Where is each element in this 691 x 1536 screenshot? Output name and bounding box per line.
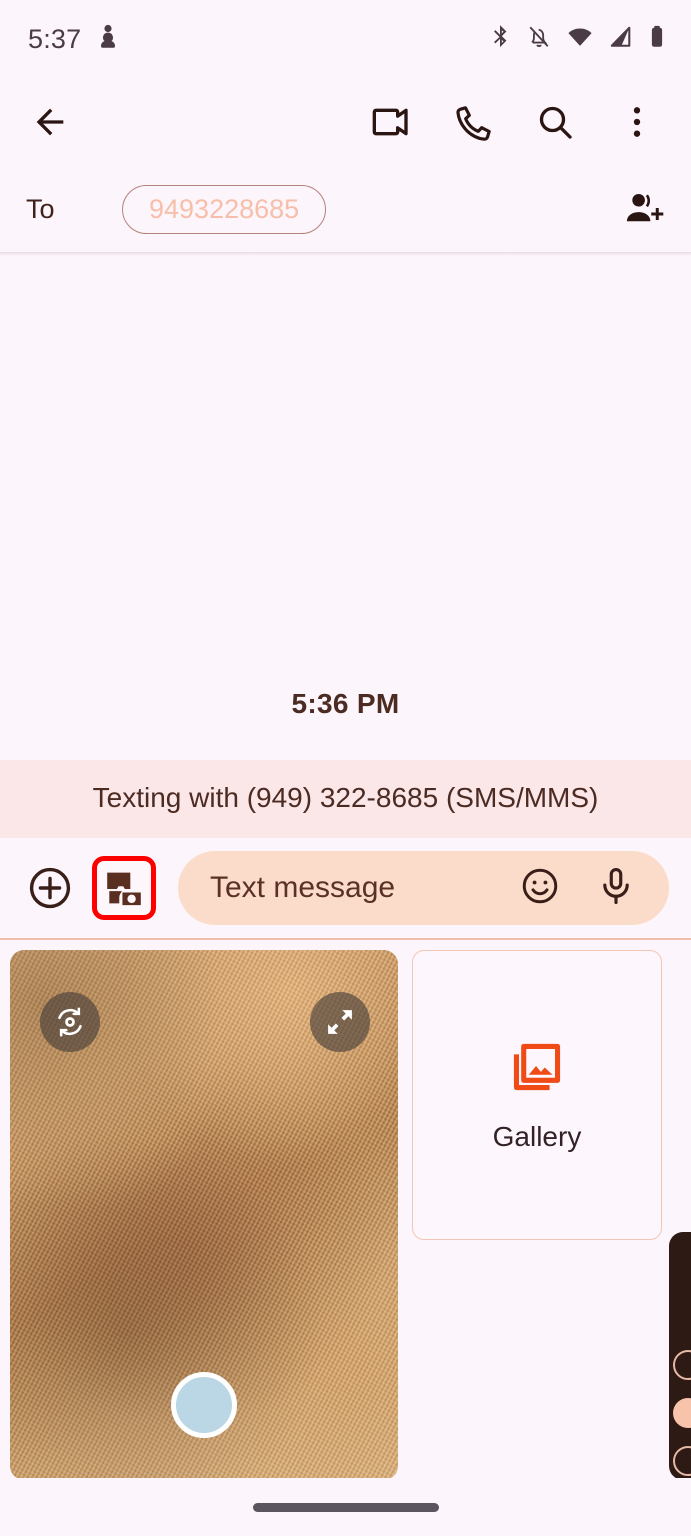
cellular-signal-icon xyxy=(609,24,633,55)
status-bar-clock: 5:37 xyxy=(28,23,82,54)
recipient-row: To 9493228685 xyxy=(0,166,691,252)
status-bar: 5:37 xyxy=(0,0,691,78)
add-person-button[interactable] xyxy=(619,185,667,233)
recipient-chip[interactable]: 9493228685 xyxy=(122,184,327,234)
sms-status-banner: Texting with (949) 322-8685 (SMS/MMS) xyxy=(0,760,691,838)
camera-gallery-button[interactable] xyxy=(92,856,156,920)
system-navigation-bar xyxy=(0,1478,691,1536)
back-button[interactable] xyxy=(26,98,74,146)
side-panel-icon-2[interactable] xyxy=(673,1398,691,1428)
emoji-button[interactable] xyxy=(519,865,561,912)
search-button[interactable] xyxy=(531,98,579,146)
photo-library-icon xyxy=(508,1038,566,1101)
battery-icon xyxy=(649,24,665,55)
expand-camera-button[interactable] xyxy=(310,992,370,1052)
gallery-button[interactable]: Gallery xyxy=(412,950,662,1240)
message-input-placeholder: Text message xyxy=(210,871,396,904)
home-gesture-handle[interactable] xyxy=(252,1502,439,1512)
app-bar xyxy=(0,78,691,166)
notifications-off-icon xyxy=(527,24,551,55)
compose-bar: Text message xyxy=(0,838,691,938)
message-timestamp: 5:36 PM xyxy=(291,688,400,719)
side-panel-icon-1[interactable] xyxy=(673,1350,691,1380)
flip-camera-button[interactable] xyxy=(40,992,100,1052)
to-label: To xyxy=(26,193,55,224)
status-bar-right xyxy=(489,24,665,55)
microphone-button[interactable] xyxy=(595,865,637,912)
offscreen-side-panel[interactable] xyxy=(669,1232,691,1480)
app-notification-icon xyxy=(97,24,119,55)
video-call-button[interactable] xyxy=(367,98,415,146)
message-input[interactable]: Text message xyxy=(178,851,669,925)
camera-attachment-tray: Gallery xyxy=(0,940,691,1494)
phone-call-button[interactable] xyxy=(449,98,497,146)
side-panel-icon-3[interactable] xyxy=(673,1446,691,1476)
wifi-icon xyxy=(567,24,593,55)
app-bar-actions xyxy=(367,98,667,146)
compose-field-icons xyxy=(519,865,643,912)
more-options-button[interactable] xyxy=(613,98,661,146)
status-bar-left: 5:37 xyxy=(28,24,119,55)
camera-preview[interactable] xyxy=(10,950,398,1480)
conversation-area: 5:36 PM Texting with (949) 322-8685 (SMS… xyxy=(0,256,691,838)
gallery-label: Gallery xyxy=(492,1120,582,1152)
add-attachment-button[interactable] xyxy=(20,858,80,918)
bluetooth-icon xyxy=(489,24,511,55)
shutter-button[interactable] xyxy=(171,1372,237,1438)
